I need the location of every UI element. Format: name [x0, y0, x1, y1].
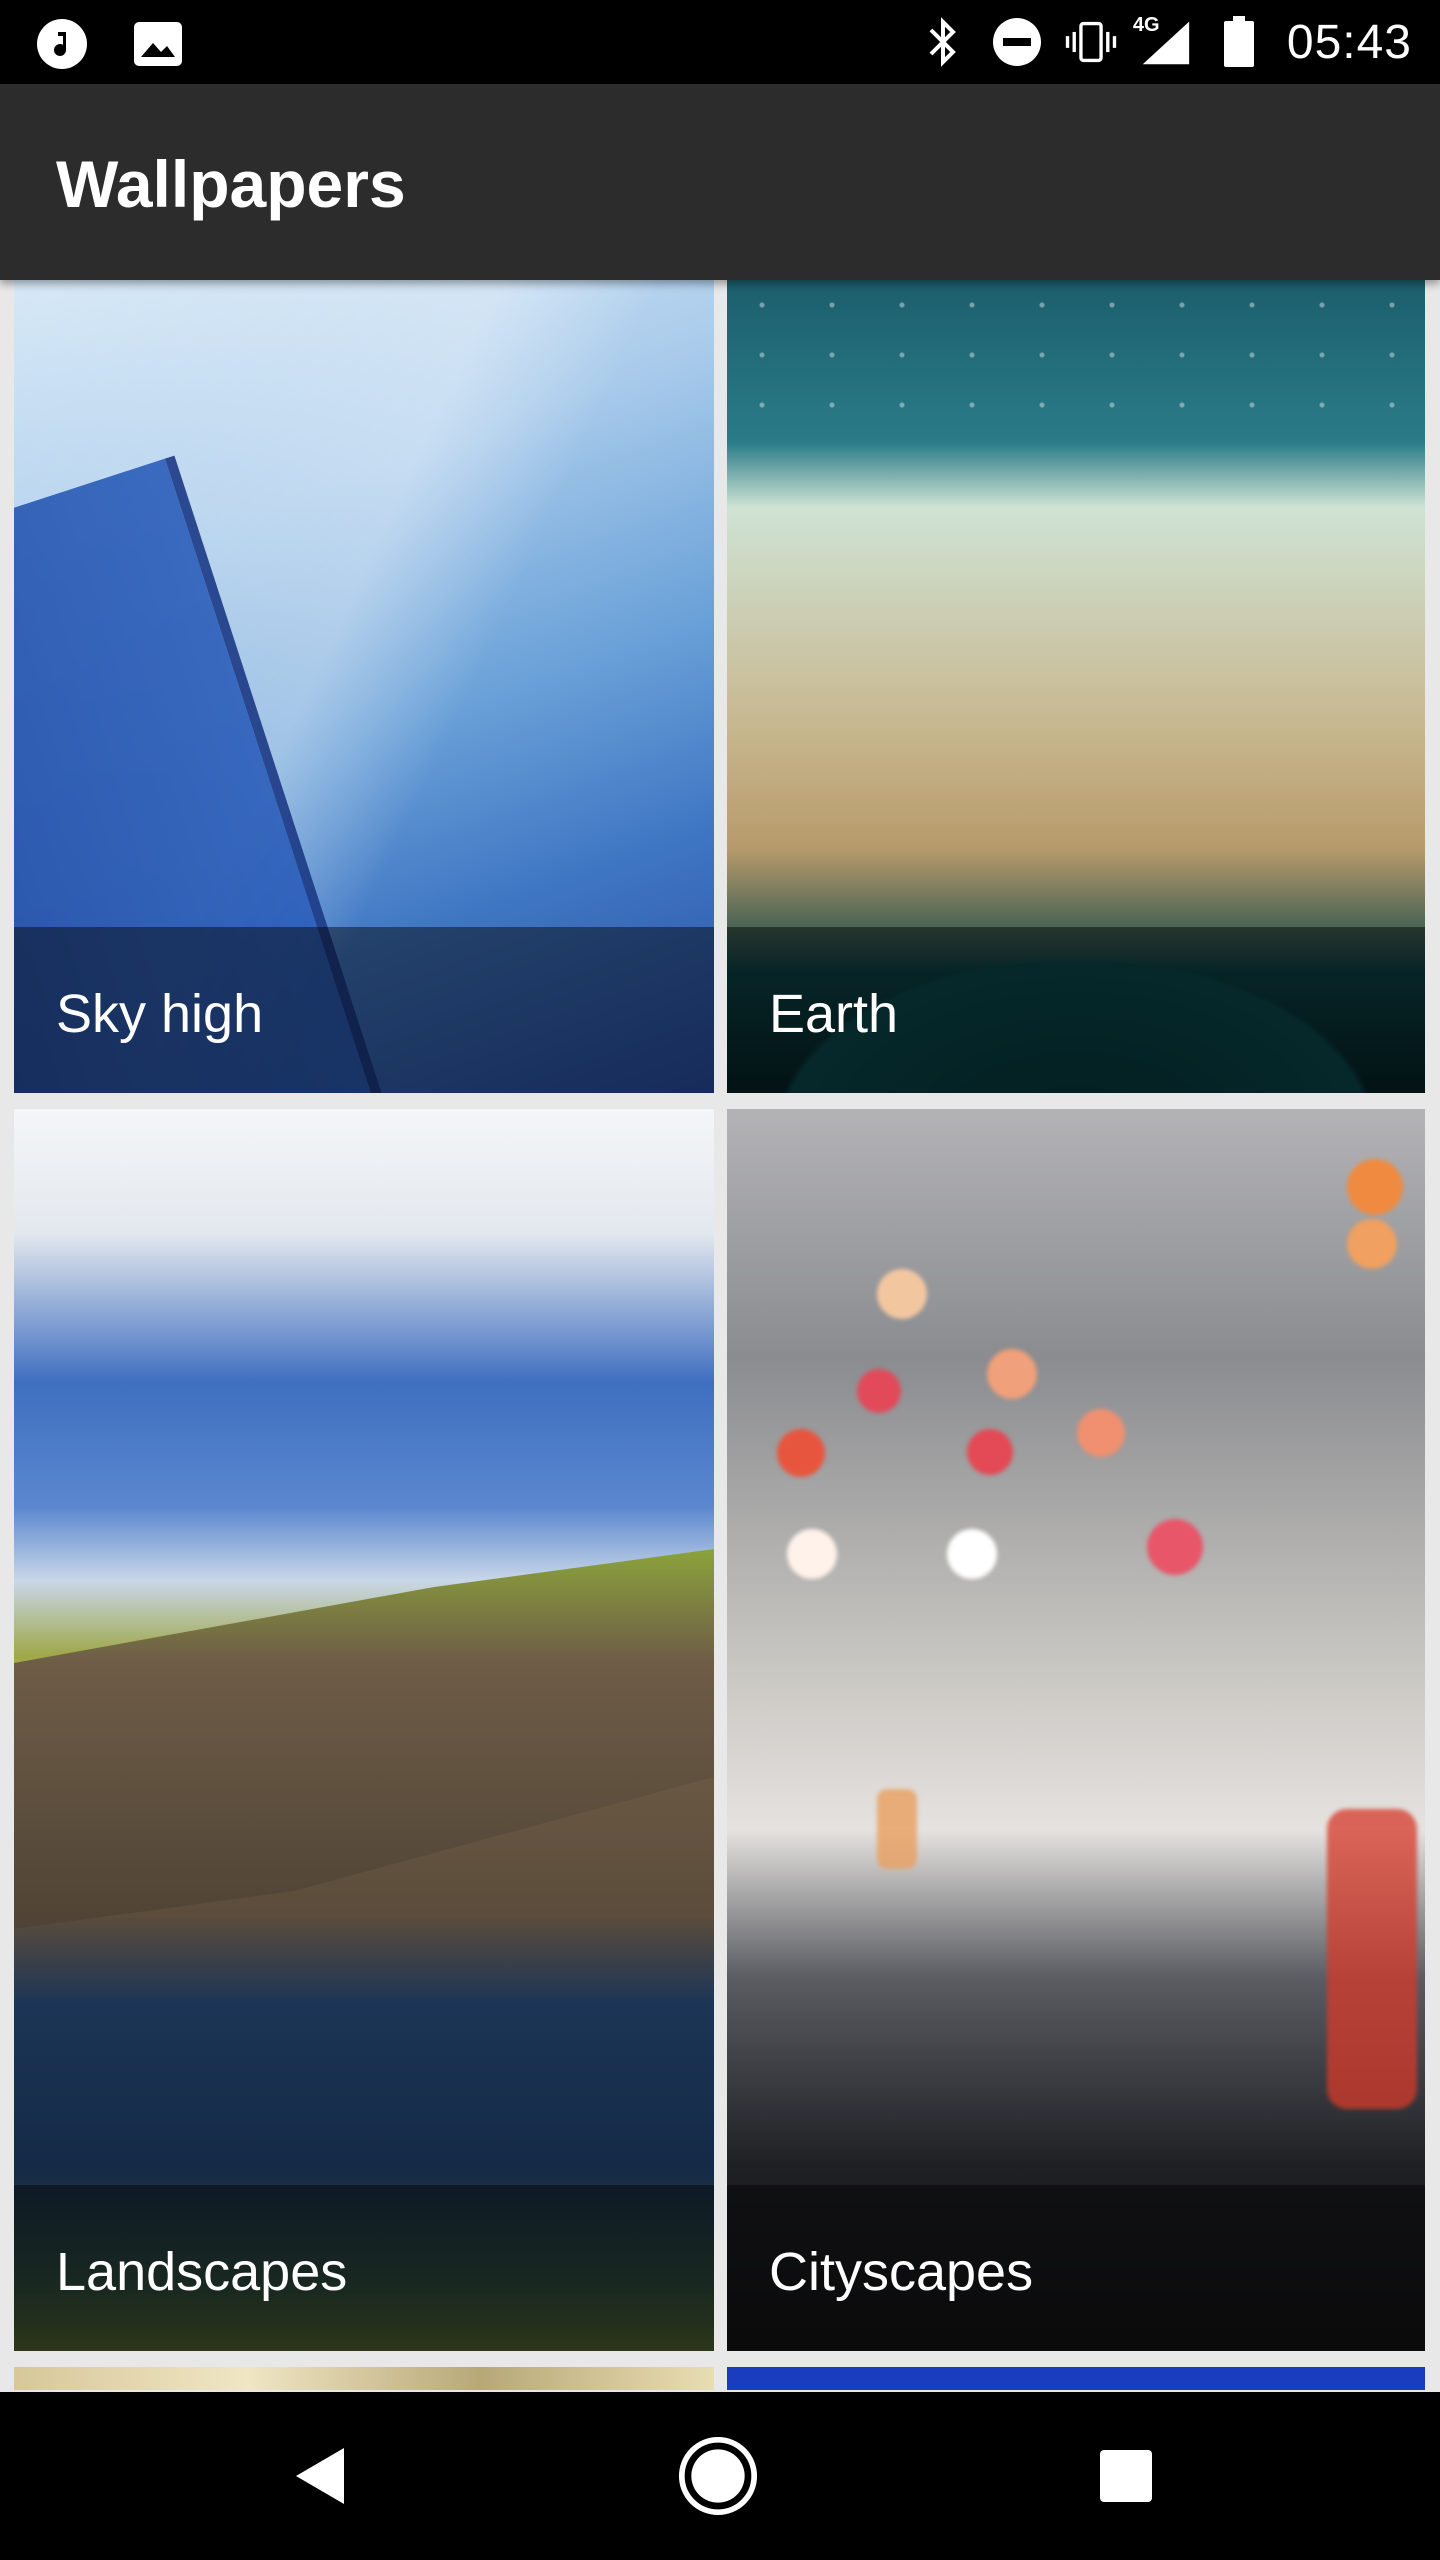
do-not-disturb-icon	[991, 16, 1043, 68]
category-tile-cityscapes[interactable]: Cityscapes	[727, 1109, 1425, 2351]
status-bar: 4G 05:43	[0, 0, 1440, 84]
home-button[interactable]	[678, 2436, 758, 2516]
network-type-label: 4G	[1132, 14, 1160, 36]
category-label: Earth	[769, 984, 899, 1044]
category-label: Landscapes	[56, 2242, 348, 2302]
category-tile-sky-high[interactable]: Sky high	[14, 280, 714, 1093]
wallpaper-category-grid: Sky high Earth Landscapes Cityscapes	[0, 280, 1440, 2390]
category-tile-partial[interactable]	[14, 2367, 714, 2390]
image-icon	[132, 18, 184, 70]
category-tile-landscapes[interactable]: Landscapes	[14, 1109, 714, 2351]
back-icon	[296, 2448, 344, 2504]
tile-caption-bar: Cityscapes	[727, 2185, 1425, 2351]
navigation-bar	[0, 2392, 1440, 2560]
tile-image-earth	[727, 280, 1425, 430]
tile-image-cityscapes	[727, 1109, 1425, 2351]
status-time: 05:43	[1286, 15, 1412, 69]
category-tile-earth[interactable]: Earth	[727, 280, 1425, 1093]
category-label: Cityscapes	[769, 2242, 1034, 2302]
tile-image-landscapes	[14, 1549, 714, 1929]
tile-caption-bar: Landscapes	[14, 2185, 714, 2351]
signal-4g-icon: 4G	[1133, 14, 1191, 68]
app-bar: Wallpapers	[0, 84, 1440, 280]
tile-caption-bar: Sky high	[14, 927, 714, 1093]
bluetooth-icon	[917, 16, 969, 68]
tile-caption-bar: Earth	[727, 927, 1425, 1093]
vibrate-icon	[1065, 16, 1117, 68]
music-note-icon	[36, 18, 88, 70]
status-left-icons	[36, 18, 184, 70]
battery-icon	[1213, 16, 1265, 68]
page-title: Wallpapers	[56, 147, 406, 221]
back-button[interactable]	[280, 2436, 360, 2516]
recents-button[interactable]	[1086, 2436, 1166, 2516]
category-tile-partial[interactable]	[727, 2367, 1425, 2390]
category-label: Sky high	[56, 984, 264, 1044]
home-icon	[678, 2436, 758, 2516]
status-right-icons: 4G 05:43	[917, 12, 1412, 72]
recents-icon	[1100, 2450, 1152, 2502]
